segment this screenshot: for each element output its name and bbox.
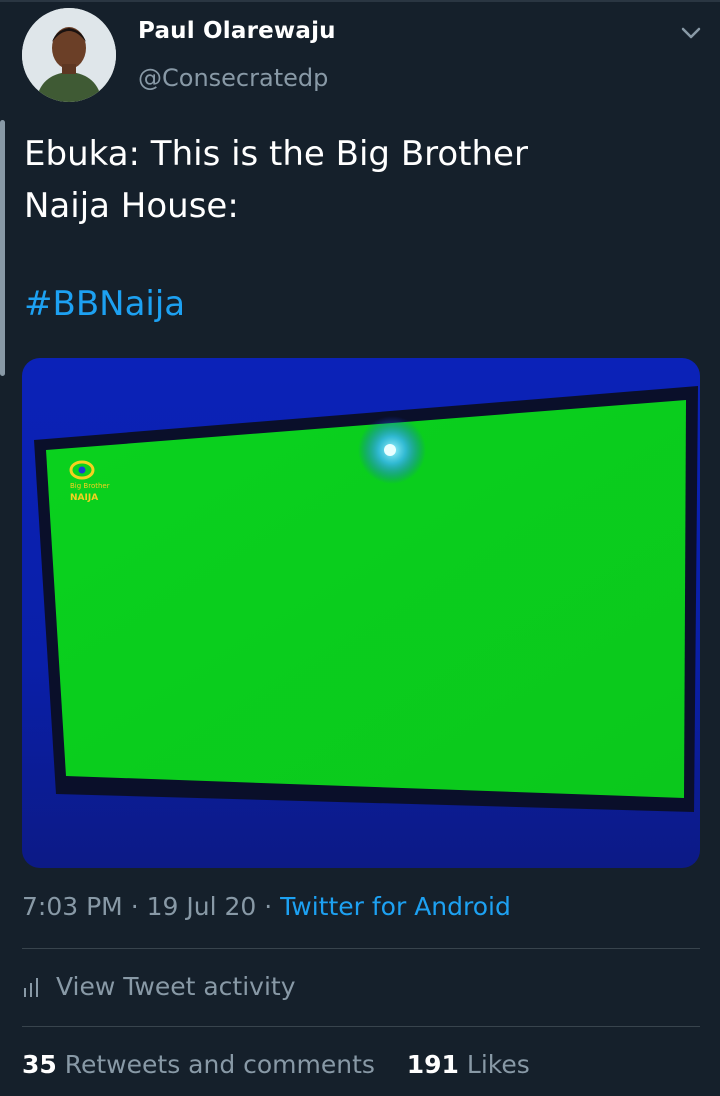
author-handle[interactable]: @Consecratedp — [138, 64, 328, 92]
bar-chart-icon — [24, 977, 38, 997]
meta-separator: · — [130, 892, 139, 921]
likes-count: 191 — [406, 1050, 459, 1079]
likes-stat[interactable]: 191 Likes — [407, 1050, 530, 1079]
avatar[interactable] — [22, 8, 116, 102]
tweet-source-link[interactable]: Twitter for Android — [280, 892, 511, 921]
tweet-text-line: Naija House: — [24, 186, 239, 226]
tweet-meta: 7:03 PM · 19 Jul 20 · Twitter for Androi… — [22, 892, 511, 921]
chevron-down-icon[interactable] — [678, 20, 704, 46]
scrollbar-thumb[interactable] — [0, 120, 5, 376]
top-divider — [0, 0, 720, 2]
tweet-text: Ebuka: This is the Big Brother Naija Hou… — [24, 128, 684, 232]
meta-separator: · — [264, 892, 273, 921]
hashtag-link[interactable]: #BBNaija — [24, 278, 185, 330]
logo-text: NAIJA — [70, 493, 98, 503]
avatar-image — [22, 8, 116, 102]
likes-label: Likes — [466, 1050, 530, 1079]
tweet-stats: 35 Retweets and comments 191 Likes — [22, 1050, 530, 1079]
tweet-text-line: Ebuka: This is the Big Brother — [24, 134, 528, 174]
retweets-stat[interactable]: 35 Retweets and comments — [22, 1050, 375, 1079]
view-tweet-activity-button[interactable]: View Tweet activity — [22, 972, 296, 1001]
tweet-date: 19 Jul 20 — [146, 892, 257, 921]
author-display-name[interactable]: Paul Olarewaju — [138, 18, 336, 44]
view-tweet-activity-label: View Tweet activity — [56, 972, 296, 1001]
divider — [22, 948, 700, 949]
logo-text: Big Brother — [70, 482, 110, 490]
tweet-photo[interactable]: Big Brother NAIJA — [22, 358, 700, 868]
retweets-label: Retweets and comments — [64, 1050, 375, 1079]
tweet-time: 7:03 PM — [22, 892, 123, 921]
divider — [22, 1026, 700, 1027]
tv-screen-image: Big Brother NAIJA — [34, 386, 698, 812]
retweets-count: 35 — [22, 1050, 57, 1079]
